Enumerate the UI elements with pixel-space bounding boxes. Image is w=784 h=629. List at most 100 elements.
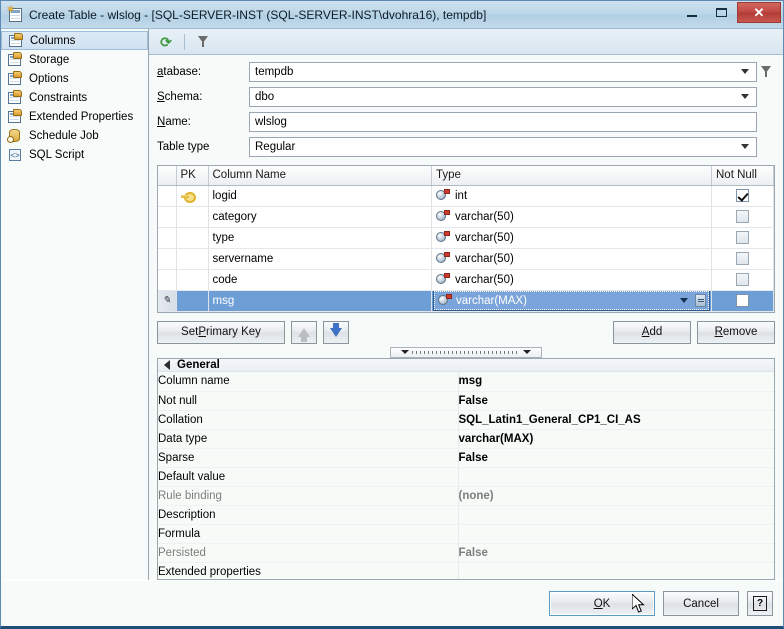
move-down-button[interactable] — [323, 321, 349, 344]
property-value[interactable]: SQL_Latin1_General_CP1_CI_AS — [458, 410, 774, 429]
maximize-button[interactable] — [707, 2, 736, 23]
property-value[interactable]: varchar(MAX) — [458, 429, 774, 448]
table-type-select[interactable]: Regular — [249, 137, 757, 157]
pk-cell[interactable] — [176, 269, 208, 290]
not-null-checkbox[interactable] — [736, 189, 749, 202]
not-null-cell[interactable] — [712, 248, 774, 269]
property-row[interactable]: Not null False — [158, 391, 774, 410]
property-section-general[interactable]: General — [158, 359, 774, 372]
table-row[interactable]: type varchar(50) — [158, 227, 774, 248]
property-row[interactable]: Collation SQL_Latin1_General_CP1_CI_AS — [158, 410, 774, 429]
column-name-cell[interactable]: logid — [208, 185, 432, 206]
row-header[interactable] — [158, 248, 176, 269]
table-row[interactable]: logid int — [158, 185, 774, 206]
sidebar-item-sql-script[interactable]: <> SQL Script — [1, 145, 148, 164]
column-name-cell[interactable]: msg — [208, 290, 432, 311]
pk-cell[interactable] — [176, 290, 208, 311]
type-cell[interactable]: varchar(50) — [432, 227, 712, 248]
refresh-button[interactable]: ⟳ — [155, 31, 177, 52]
database-filter-button[interactable] — [757, 66, 775, 77]
not-null-cell[interactable] — [712, 206, 774, 227]
close-button[interactable]: ✕ — [737, 2, 781, 23]
property-value[interactable] — [458, 524, 774, 543]
table-row[interactable]: category varchar(50) — [158, 206, 774, 227]
table-row-selected[interactable]: ✎ msg varchar(MAX) — [158, 290, 774, 311]
grid-header-pk[interactable]: PK — [176, 166, 208, 185]
property-row[interactable]: Formula — [158, 524, 774, 543]
row-header[interactable] — [158, 227, 176, 248]
property-row[interactable]: Data type varchar(MAX) — [158, 429, 774, 448]
not-null-checkbox[interactable] — [736, 273, 749, 286]
type-cell[interactable]: varchar(50) — [432, 206, 712, 227]
columns-grid[interactable]: PK Column Name Type Not Null logid — [157, 165, 775, 313]
row-header[interactable] — [158, 269, 176, 290]
collapse-up-icon[interactable] — [401, 350, 409, 354]
ok-button[interactable]: OK — [549, 591, 655, 616]
column-name-cell[interactable]: code — [208, 269, 432, 290]
set-primary-key-button[interactable]: Set Primary Key — [157, 321, 285, 344]
not-null-checkbox[interactable] — [736, 252, 749, 265]
column-name-cell[interactable]: type — [208, 227, 432, 248]
row-header[interactable] — [158, 185, 176, 206]
column-name-cell[interactable]: servername — [208, 248, 432, 269]
property-row[interactable]: Default value — [158, 467, 774, 486]
not-null-cell[interactable] — [712, 269, 774, 290]
pane-splitter[interactable] — [149, 347, 783, 359]
not-null-cell[interactable] — [712, 227, 774, 248]
table-columns-icon — [8, 33, 25, 48]
sidebar-item-schedule-job[interactable]: Schedule Job — [1, 126, 148, 145]
chevron-down-icon[interactable] — [680, 298, 688, 303]
sidebar-item-constraints[interactable]: Constraints — [1, 88, 148, 107]
type-cell[interactable]: varchar(50) — [432, 248, 712, 269]
minimize-button[interactable] — [677, 2, 706, 23]
help-button[interactable]: ? — [747, 591, 773, 616]
sidebar-item-columns[interactable]: Columns — [1, 31, 148, 50]
type-cell[interactable]: int — [432, 185, 712, 206]
add-column-button[interactable]: Add — [613, 321, 691, 344]
remove-column-button[interactable]: Remove — [697, 321, 775, 344]
not-null-checkbox[interactable] — [736, 210, 749, 223]
property-row[interactable]: Sparse False — [158, 448, 774, 467]
sidebar-item-options[interactable]: Options — [1, 69, 148, 88]
title-bar[interactable]: ✶ Create Table - wlslog - [SQL-SERVER-IN… — [1, 1, 783, 29]
schema-select[interactable]: dbo — [249, 87, 757, 107]
sidebar-item-storage[interactable]: Storage — [1, 50, 148, 69]
column-name-cell[interactable]: category — [208, 206, 432, 227]
name-input[interactable]: wlslog — [249, 112, 757, 132]
grid-header-not-null[interactable]: Not Null — [712, 166, 774, 185]
pk-cell[interactable] — [176, 227, 208, 248]
pk-cell[interactable] — [176, 185, 208, 206]
grid-header-column-name[interactable]: Column Name — [208, 166, 432, 185]
table-row[interactable]: code varchar(50) — [158, 269, 774, 290]
property-value[interactable]: msg — [458, 372, 774, 391]
splitter-grip[interactable] — [390, 347, 542, 358]
grid-header-type[interactable]: Type — [432, 166, 712, 185]
property-value[interactable]: False — [458, 391, 774, 410]
property-value[interactable] — [458, 467, 774, 486]
type-builder-button[interactable] — [695, 294, 706, 307]
not-null-cell[interactable] — [712, 290, 774, 311]
property-row[interactable]: Extended properties — [158, 562, 774, 580]
chevron-collapse-icon[interactable] — [164, 360, 170, 370]
property-value[interactable] — [458, 505, 774, 524]
not-null-checkbox[interactable] — [736, 231, 749, 244]
collapse-down-icon[interactable] — [523, 350, 531, 354]
row-header[interactable] — [158, 206, 176, 227]
property-row[interactable]: Description — [158, 505, 774, 524]
not-null-checkbox[interactable] — [736, 294, 749, 307]
pk-cell[interactable] — [176, 248, 208, 269]
database-select[interactable]: tempdb — [249, 62, 757, 82]
sidebar-item-extended-properties[interactable]: Extended Properties — [1, 107, 148, 126]
type-cell[interactable]: varchar(50) — [432, 269, 712, 290]
property-value[interactable]: False — [458, 448, 774, 467]
property-value[interactable] — [458, 562, 774, 580]
type-cell-editor[interactable]: varchar(MAX) — [432, 290, 712, 311]
not-null-cell[interactable] — [712, 185, 774, 206]
table-row[interactable]: servername varchar(50) — [158, 248, 774, 269]
row-header-editing[interactable]: ✎ — [158, 290, 176, 311]
pk-cell[interactable] — [176, 206, 208, 227]
filter-button[interactable] — [192, 31, 214, 52]
move-up-button[interactable] — [291, 321, 317, 344]
property-row[interactable]: Column name msg — [158, 372, 774, 391]
cancel-button[interactable]: Cancel — [663, 591, 739, 616]
